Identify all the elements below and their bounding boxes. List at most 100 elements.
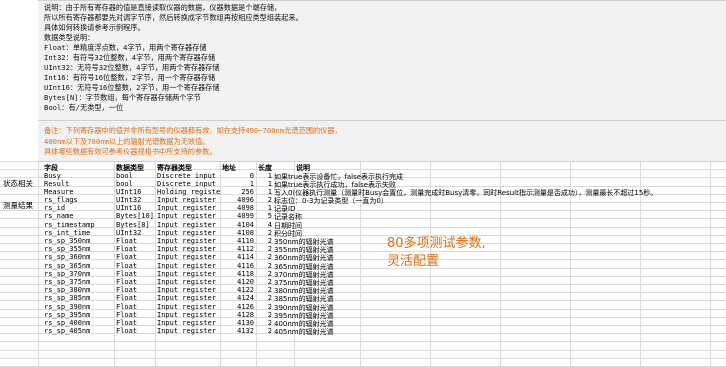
cell-type[interactable]: UInt16 — [116, 188, 141, 196]
cell-reg[interactable]: Input register — [157, 196, 216, 204]
cell-field[interactable]: rs_name — [44, 212, 74, 220]
section-status-label[interactable]: 状态相关 — [3, 178, 33, 189]
cell-reg[interactable]: Input register — [157, 221, 216, 229]
cell-reg[interactable]: Input register — [157, 212, 216, 220]
cell-type[interactable]: Float — [116, 278, 137, 286]
cell-type[interactable]: Float — [116, 253, 137, 261]
cell-len[interactable]: 5 — [256, 212, 272, 220]
cell-field[interactable]: Result — [44, 180, 69, 188]
cell-len[interactable]: 2 — [256, 196, 272, 204]
cell-len[interactable]: 1 — [256, 204, 272, 212]
cell-type[interactable]: UInt32 — [116, 196, 141, 204]
cell-reg[interactable]: Discrete input — [157, 172, 216, 180]
cell-reg[interactable]: Input register — [157, 237, 216, 245]
cell-field[interactable]: rs_timestamp — [44, 221, 95, 229]
cell-reg[interactable]: Input register — [157, 253, 216, 261]
cell-field[interactable]: rs_sp_400nm — [44, 319, 90, 327]
cell-addr[interactable]: 4130 — [224, 319, 254, 327]
cell-len[interactable]: 2 — [256, 303, 272, 311]
cell-field[interactable]: rs_sp_405nm — [44, 327, 90, 335]
cell-type[interactable]: Float — [116, 262, 137, 270]
cell-addr[interactable]: 4116 — [224, 262, 254, 270]
cell-len[interactable]: 2 — [256, 294, 272, 302]
cell-type[interactable]: Float — [116, 286, 137, 294]
cell-reg[interactable]: Input register — [157, 303, 216, 311]
section-measure-label[interactable]: 测量结果 — [3, 200, 33, 211]
cell-field[interactable]: rs_sp_370nm — [44, 270, 90, 278]
cell-addr[interactable]: 4124 — [224, 294, 254, 302]
cell-reg[interactable]: Input register — [157, 262, 216, 270]
cell-addr[interactable]: 256 — [224, 188, 254, 196]
cell-len[interactable]: 2 — [256, 270, 272, 278]
cell-reg[interactable]: Discrete input — [157, 180, 216, 188]
cell-addr[interactable]: 4122 — [224, 286, 254, 294]
cell-addr[interactable]: 4126 — [224, 303, 254, 311]
cell-len[interactable]: 2 — [256, 262, 272, 270]
cell-type[interactable]: Bytes[8] — [116, 221, 150, 229]
cell-len[interactable]: 1 — [256, 180, 272, 188]
cell-field[interactable]: rs_int_time — [44, 229, 90, 237]
cell-field[interactable]: rs_sp_395nm — [44, 311, 90, 319]
cell-type[interactable]: Float — [116, 294, 137, 302]
cell-addr[interactable]: 4110 — [224, 237, 254, 245]
note-box[interactable]: 说明：由于所有寄存器的值是直接读取仪器的数据，仪器数据是个端存储， 所以所有寄存器… — [38, 0, 726, 122]
cell-addr[interactable]: 4120 — [224, 278, 254, 286]
cell-field[interactable]: rs_sp_380nm — [44, 286, 90, 294]
cell-len[interactable]: 2 — [256, 278, 272, 286]
cell-reg[interactable]: Input register — [157, 311, 216, 319]
cell-reg[interactable]: Input register — [157, 229, 216, 237]
cell-addr[interactable]: 4114 — [224, 253, 254, 261]
cell-len[interactable]: 2 — [256, 327, 272, 335]
cell-addr[interactable]: 4128 — [224, 311, 254, 319]
cell-reg[interactable]: Input register — [157, 270, 216, 278]
cell-field[interactable]: rs_id — [44, 204, 65, 212]
cell-field[interactable]: rs_sp_390nm — [44, 303, 90, 311]
cell-len[interactable]: 2 — [256, 311, 272, 319]
cell-len[interactable]: 2 — [256, 286, 272, 294]
cell-field[interactable]: Measure — [44, 188, 74, 196]
cell-addr[interactable]: 4104 — [224, 221, 254, 229]
cell-field[interactable]: rs_sp_385nm — [44, 294, 90, 302]
cell-len[interactable]: 2 — [256, 253, 272, 261]
cell-reg[interactable]: Input register — [157, 327, 216, 335]
cell-field[interactable]: rs_sp_355nm — [44, 245, 90, 253]
cell-type[interactable]: Float — [116, 327, 137, 335]
cell-len[interactable]: 2 — [256, 245, 272, 253]
cell-type[interactable]: Bytes[10] — [116, 212, 154, 220]
cell-addr[interactable]: 1 — [224, 180, 254, 188]
cell-addr[interactable]: 4099 — [224, 212, 254, 220]
cell-reg[interactable]: Input register — [157, 294, 216, 302]
cell-reg[interactable]: Input register — [157, 319, 216, 327]
cell-len[interactable]: 1 — [256, 188, 272, 196]
cell-len[interactable]: 2 — [256, 229, 272, 237]
cell-reg[interactable]: Input register — [157, 245, 216, 253]
cell-len[interactable]: 1 — [256, 172, 272, 180]
cell-type[interactable]: Float — [116, 270, 137, 278]
cell-reg[interactable]: Input register — [157, 278, 216, 286]
cell-addr[interactable]: 4096 — [224, 196, 254, 204]
cell-type[interactable]: bool — [116, 172, 133, 180]
cell-type[interactable]: bool — [116, 180, 133, 188]
cell-field[interactable]: rs_sp_360nm — [44, 253, 90, 261]
cell-addr[interactable]: 0 — [224, 172, 254, 180]
cell-field[interactable]: Busy — [44, 172, 61, 180]
cell-reg[interactable]: Input register — [157, 204, 216, 212]
cell-addr[interactable]: 4118 — [224, 270, 254, 278]
cell-reg[interactable]: Holding registe — [157, 188, 220, 196]
cell-field[interactable]: rs_flags — [44, 196, 78, 204]
cell-len[interactable]: 2 — [256, 319, 272, 327]
cell-addr[interactable]: 4112 — [224, 245, 254, 253]
cell-type[interactable]: Float — [116, 311, 137, 319]
cell-type[interactable]: Float — [116, 319, 137, 327]
cell-addr[interactable]: 4098 — [224, 204, 254, 212]
cell-addr[interactable]: 4132 — [224, 327, 254, 335]
cell-type[interactable]: Float — [116, 303, 137, 311]
cell-type[interactable]: Float — [116, 245, 137, 253]
cell-field[interactable]: rs_sp_350nm — [44, 237, 90, 245]
cell-field[interactable]: rs_sp_365nm — [44, 262, 90, 270]
cell-len[interactable]: 4 — [256, 221, 272, 229]
cell-type[interactable]: Float — [116, 237, 137, 245]
cell-addr[interactable]: 4108 — [224, 229, 254, 237]
warning-box[interactable]: 备注：下列寄存器中的值并非所有型号的仪器都有效，如在支持400~700nm光谱范… — [38, 120, 726, 162]
cell-len[interactable]: 2 — [256, 237, 272, 245]
